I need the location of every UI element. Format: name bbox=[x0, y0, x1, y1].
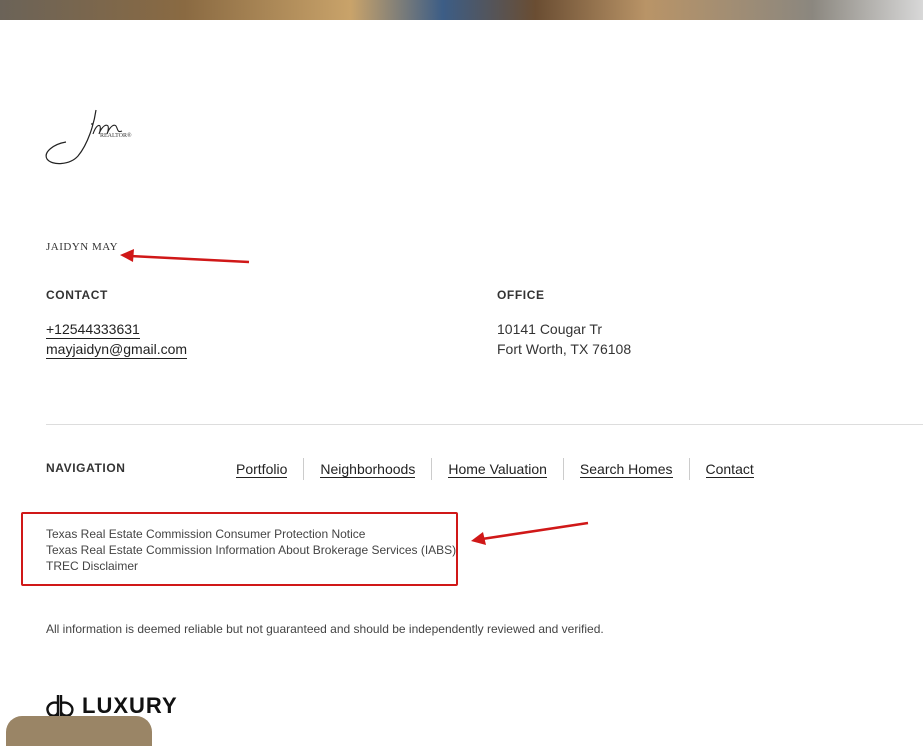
annotation-arrows bbox=[120, 249, 589, 545]
chat-widget-tab[interactable] bbox=[6, 716, 152, 746]
annotation-arrow-name bbox=[120, 249, 250, 264]
annotation-arrow-legal bbox=[471, 521, 589, 545]
